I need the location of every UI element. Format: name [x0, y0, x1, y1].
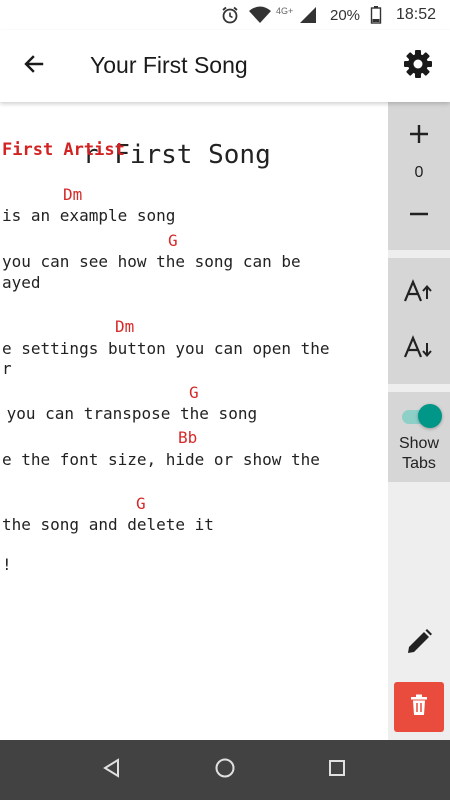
- battery-icon: [370, 0, 382, 30]
- font-size-decrease-button[interactable]: [388, 330, 450, 370]
- transpose-controls: 0: [388, 102, 450, 250]
- alarm-icon: [220, 0, 240, 30]
- show-tabs-toggle[interactable]: [402, 404, 442, 428]
- page-title: Your First Song: [90, 52, 248, 78]
- lyric-line: you can transpose the song: [0, 404, 258, 423]
- control-panel: 0 Show Tabs: [388, 102, 450, 740]
- lyric-line: ayed: [2, 273, 41, 292]
- clock: 18:52: [396, 6, 437, 23]
- battery-percent: 20%: [330, 6, 361, 24]
- lyric-line: e settings button you can open the: [2, 339, 330, 358]
- show-tabs-label-line2: Tabs: [402, 455, 436, 472]
- transpose-down-button[interactable]: [388, 196, 450, 236]
- toggle-knob: [418, 404, 442, 428]
- lyric-line: you can see how the song can be: [2, 252, 301, 271]
- lyric-line: is an example song: [2, 206, 176, 225]
- lyric-line: the song and delete it: [2, 515, 214, 534]
- arrow-back-icon: [22, 52, 46, 81]
- chord: G: [168, 231, 178, 250]
- nav-back-icon: [101, 757, 123, 784]
- nav-recents-button[interactable]: [323, 756, 351, 784]
- lyric-line: e the font size, hide or show the: [2, 450, 320, 469]
- plus-icon: [408, 123, 430, 150]
- app-bar: Your First Song: [0, 30, 450, 102]
- chord: Dm: [63, 185, 83, 204]
- transpose-up-button[interactable]: [388, 116, 450, 156]
- system-nav-bar: [0, 740, 450, 800]
- pencil-icon: [404, 627, 434, 662]
- nav-recents-icon: [327, 758, 347, 783]
- show-tabs-label: Show Tabs: [388, 434, 450, 474]
- minus-icon: [408, 203, 430, 230]
- show-tabs-control: Show Tabs: [388, 392, 450, 482]
- font-size-increase-button[interactable]: [388, 274, 450, 314]
- font-size-decrease-icon: [403, 334, 435, 366]
- network-type: 4G+: [276, 6, 294, 16]
- nav-home-icon: [214, 757, 236, 784]
- show-tabs-label-line1: Show: [398, 435, 440, 452]
- wifi-icon: [248, 0, 272, 30]
- chord: Bb: [178, 428, 198, 447]
- gear-icon: [402, 48, 434, 85]
- song-sheet[interactable]: Your First Song First Artist Dm is an ex…: [0, 102, 388, 740]
- song-artist: First Artist: [2, 140, 125, 160]
- transpose-value: 0: [414, 164, 424, 181]
- trash-icon: [410, 694, 428, 721]
- lyric-line: !: [2, 555, 12, 574]
- back-button[interactable]: [16, 48, 52, 84]
- delete-button[interactable]: [394, 682, 444, 732]
- edit-button[interactable]: [388, 622, 450, 666]
- settings-button[interactable]: [398, 48, 438, 84]
- font-size-increase-icon: [403, 278, 435, 310]
- signal-icon: [298, 0, 318, 30]
- nav-back-button[interactable]: [98, 756, 126, 784]
- font-size-controls: [388, 258, 450, 384]
- status-bar: 4G+ 20% 18:52: [0, 0, 450, 30]
- chord: G: [189, 383, 199, 402]
- chord: G: [136, 494, 146, 513]
- lyric-line: r: [2, 359, 12, 378]
- chord: Dm: [115, 317, 135, 336]
- nav-home-button[interactable]: [211, 756, 239, 784]
